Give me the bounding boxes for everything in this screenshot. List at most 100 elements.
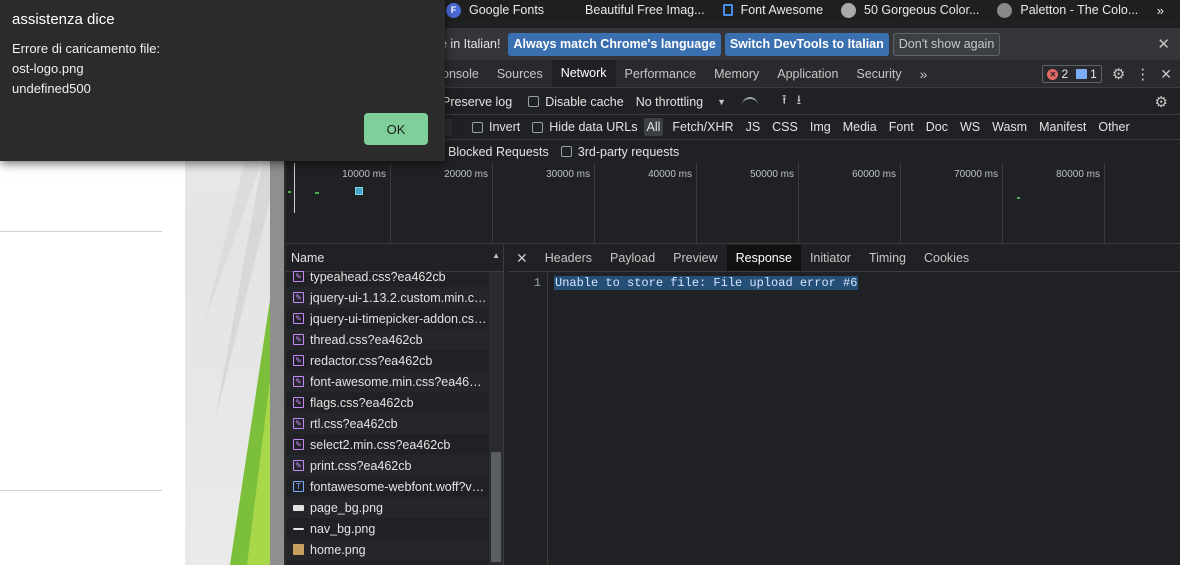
- tab-cookies[interactable]: Cookies: [915, 245, 978, 271]
- filter-ws[interactable]: WS: [957, 118, 983, 136]
- bookmark-item[interactable]: F Google Fonts: [446, 2, 544, 18]
- filter-doc[interactable]: Doc: [923, 118, 951, 136]
- download-har-icon[interactable]: ⭳: [797, 91, 802, 113]
- upload-har-icon[interactable]: ⭱: [782, 91, 787, 113]
- chevron-down-icon[interactable]: ▼: [717, 97, 726, 107]
- request-row[interactable]: nav_bg.png: [286, 518, 488, 539]
- tab-preview[interactable]: Preview: [664, 245, 726, 271]
- invert-label[interactable]: Invert: [489, 120, 520, 134]
- network-settings-icon[interactable]: ⚙: [1155, 93, 1168, 111]
- error-icon: ✕: [1047, 68, 1059, 80]
- bookmark-item[interactable]: 50 Gorgeous Color...: [841, 2, 979, 18]
- request-name: thread.css?ea462cb: [310, 332, 423, 347]
- filter-js[interactable]: JS: [743, 118, 764, 136]
- close-infobar-icon[interactable]: ✕: [1157, 35, 1170, 53]
- timeline-tick-label: 20000 ms: [444, 169, 488, 180]
- response-text[interactable]: Unable to store file: File upload error …: [554, 276, 859, 290]
- request-row[interactable]: home.png: [286, 539, 488, 560]
- devtools-tab-bar: onsole Sources Network Performance Memory App…: [440, 60, 1180, 88]
- tab-performance[interactable]: Performance: [616, 60, 706, 87]
- font-file-icon: T: [293, 481, 304, 492]
- issue-counter[interactable]: ✕ 2 1: [1042, 65, 1102, 83]
- switch-devtools-italian-button[interactable]: Switch DevTools to Italian: [724, 32, 889, 56]
- preserve-log-label[interactable]: Preserve log: [442, 95, 512, 109]
- throttling-select[interactable]: No throttling: [636, 95, 703, 109]
- request-row[interactable]: ✎ jquery-ui-timepicker-addon.css...: [286, 308, 488, 329]
- filter-font[interactable]: Font: [886, 118, 917, 136]
- tab-headers[interactable]: Headers: [536, 245, 601, 271]
- filter-all[interactable]: All: [643, 118, 664, 136]
- tab-memory[interactable]: Memory: [705, 60, 768, 87]
- infobar-text: e in Italian!: [440, 37, 501, 51]
- bookmark-label: Beautiful Free Imag...: [585, 3, 705, 17]
- bookmark-item[interactable]: Font Awesome: [722, 3, 823, 17]
- line-number-gutter: 1: [508, 273, 548, 565]
- detail-tab-bar: ✕ Headers Payload Preview Response Initiator…: [508, 245, 1180, 272]
- tab-sources[interactable]: Sources: [488, 60, 552, 87]
- dialog-message-line2: ost-logo.png: [12, 61, 84, 76]
- dont-show-again-button[interactable]: Don't show again: [892, 32, 1001, 56]
- request-row[interactable]: ✎ thread.css?ea462cb: [286, 329, 488, 350]
- kebab-menu-icon[interactable]: ⋮: [1135, 65, 1150, 83]
- request-row[interactable]: ✎ font-awesome.min.css?ea462cb: [286, 371, 488, 392]
- scrollbar-thumb[interactable]: [491, 452, 501, 562]
- request-row[interactable]: ✎ select2.min.css?ea462cb: [286, 434, 488, 455]
- timeline-tick-label: 60000 ms: [852, 169, 896, 180]
- request-name: typeahead.css?ea462cb: [310, 269, 446, 284]
- blocked-requests-label[interactable]: Blocked Requests: [448, 145, 549, 159]
- hide-data-urls-label[interactable]: Hide data URLs: [549, 120, 637, 134]
- bookmark-label: Paletton - The Colo...: [1020, 3, 1139, 17]
- line-number: 1: [533, 276, 541, 290]
- close-devtools-icon[interactable]: ✕: [1160, 66, 1172, 83]
- request-detail-pane: ✕ Headers Payload Preview Response Initiator…: [508, 245, 1180, 565]
- timeline-tick-label: 50000 ms: [750, 169, 794, 180]
- bookmarks-overflow-icon[interactable]: »: [1157, 3, 1164, 18]
- bookmark-item[interactable]: Paletton - The Colo...: [997, 2, 1139, 18]
- filter-other[interactable]: Other: [1095, 118, 1132, 136]
- request-row[interactable]: ✎ jquery-ui-1.13.2.custom.min.css...: [286, 287, 488, 308]
- timeline-bar: [288, 191, 291, 193]
- close-detail-icon[interactable]: ✕: [508, 245, 536, 271]
- filter-media[interactable]: Media: [840, 118, 880, 136]
- disable-cache-label[interactable]: Disable cache: [545, 95, 624, 109]
- tab-security[interactable]: Security: [847, 60, 910, 87]
- tab-response[interactable]: Response: [726, 245, 801, 271]
- hide-data-urls-checkbox[interactable]: [532, 121, 544, 133]
- request-row[interactable]: ✎ redactor.css?ea462cb: [286, 350, 488, 371]
- tab-timing[interactable]: Timing: [860, 245, 915, 271]
- request-row[interactable]: ✎ rtl.css?ea462cb: [286, 413, 488, 434]
- timeline-gridline: [1104, 163, 1105, 243]
- bookmark-item[interactable]: Beautiful Free Imag...: [562, 2, 705, 18]
- tab-onsole[interactable]: onsole: [440, 60, 488, 87]
- ok-button[interactable]: OK: [364, 113, 428, 145]
- disable-cache-checkbox[interactable]: [528, 96, 540, 107]
- request-row[interactable]: Tfontawesome-webfont.woff?v=...: [286, 476, 488, 497]
- response-body[interactable]: Unable to store file: File upload error …: [554, 275, 859, 290]
- tab-application[interactable]: Application: [768, 60, 847, 87]
- tab-initiator[interactable]: Initiator: [801, 245, 860, 271]
- tab-payload[interactable]: Payload: [601, 245, 664, 271]
- invert-checkbox[interactable]: [472, 121, 483, 133]
- timeline-bar: [1017, 197, 1020, 199]
- filter-img[interactable]: Img: [807, 118, 834, 136]
- network-overview-timeline[interactable]: 10000 ms 20000 ms 30000 ms 40000 ms 50000 ms…: [286, 163, 1180, 244]
- filter-css[interactable]: CSS: [769, 118, 801, 136]
- always-match-language-button[interactable]: Always match Chrome's language: [508, 32, 721, 56]
- request-row[interactable]: ✎ typeahead.css?ea462cb: [286, 266, 488, 287]
- filter-wasm[interactable]: Wasm: [989, 118, 1030, 136]
- third-party-checkbox[interactable]: [560, 146, 572, 157]
- scrollbar-track[interactable]: [489, 272, 503, 565]
- request-row[interactable]: ✎ print.css?ea462cb: [286, 455, 488, 476]
- third-party-label[interactable]: 3rd-party requests: [578, 145, 679, 159]
- request-name: jquery-ui-timepicker-addon.css...: [310, 311, 488, 326]
- settings-gear-icon[interactable]: ⚙: [1112, 65, 1125, 83]
- request-row[interactable]: ✎ flags.css?ea462cb: [286, 392, 488, 413]
- filter-manifest[interactable]: Manifest: [1036, 118, 1089, 136]
- paletton-icon: [997, 2, 1013, 18]
- network-conditions-icon[interactable]: [742, 96, 759, 107]
- tab-network[interactable]: Network: [551, 60, 616, 87]
- request-row[interactable]: page_bg.png: [286, 497, 488, 518]
- more-tabs-icon[interactable]: »: [911, 60, 937, 87]
- request-name: font-awesome.min.css?ea462cb: [310, 374, 488, 389]
- filter-fetchxhr[interactable]: Fetch/XHR: [669, 118, 736, 136]
